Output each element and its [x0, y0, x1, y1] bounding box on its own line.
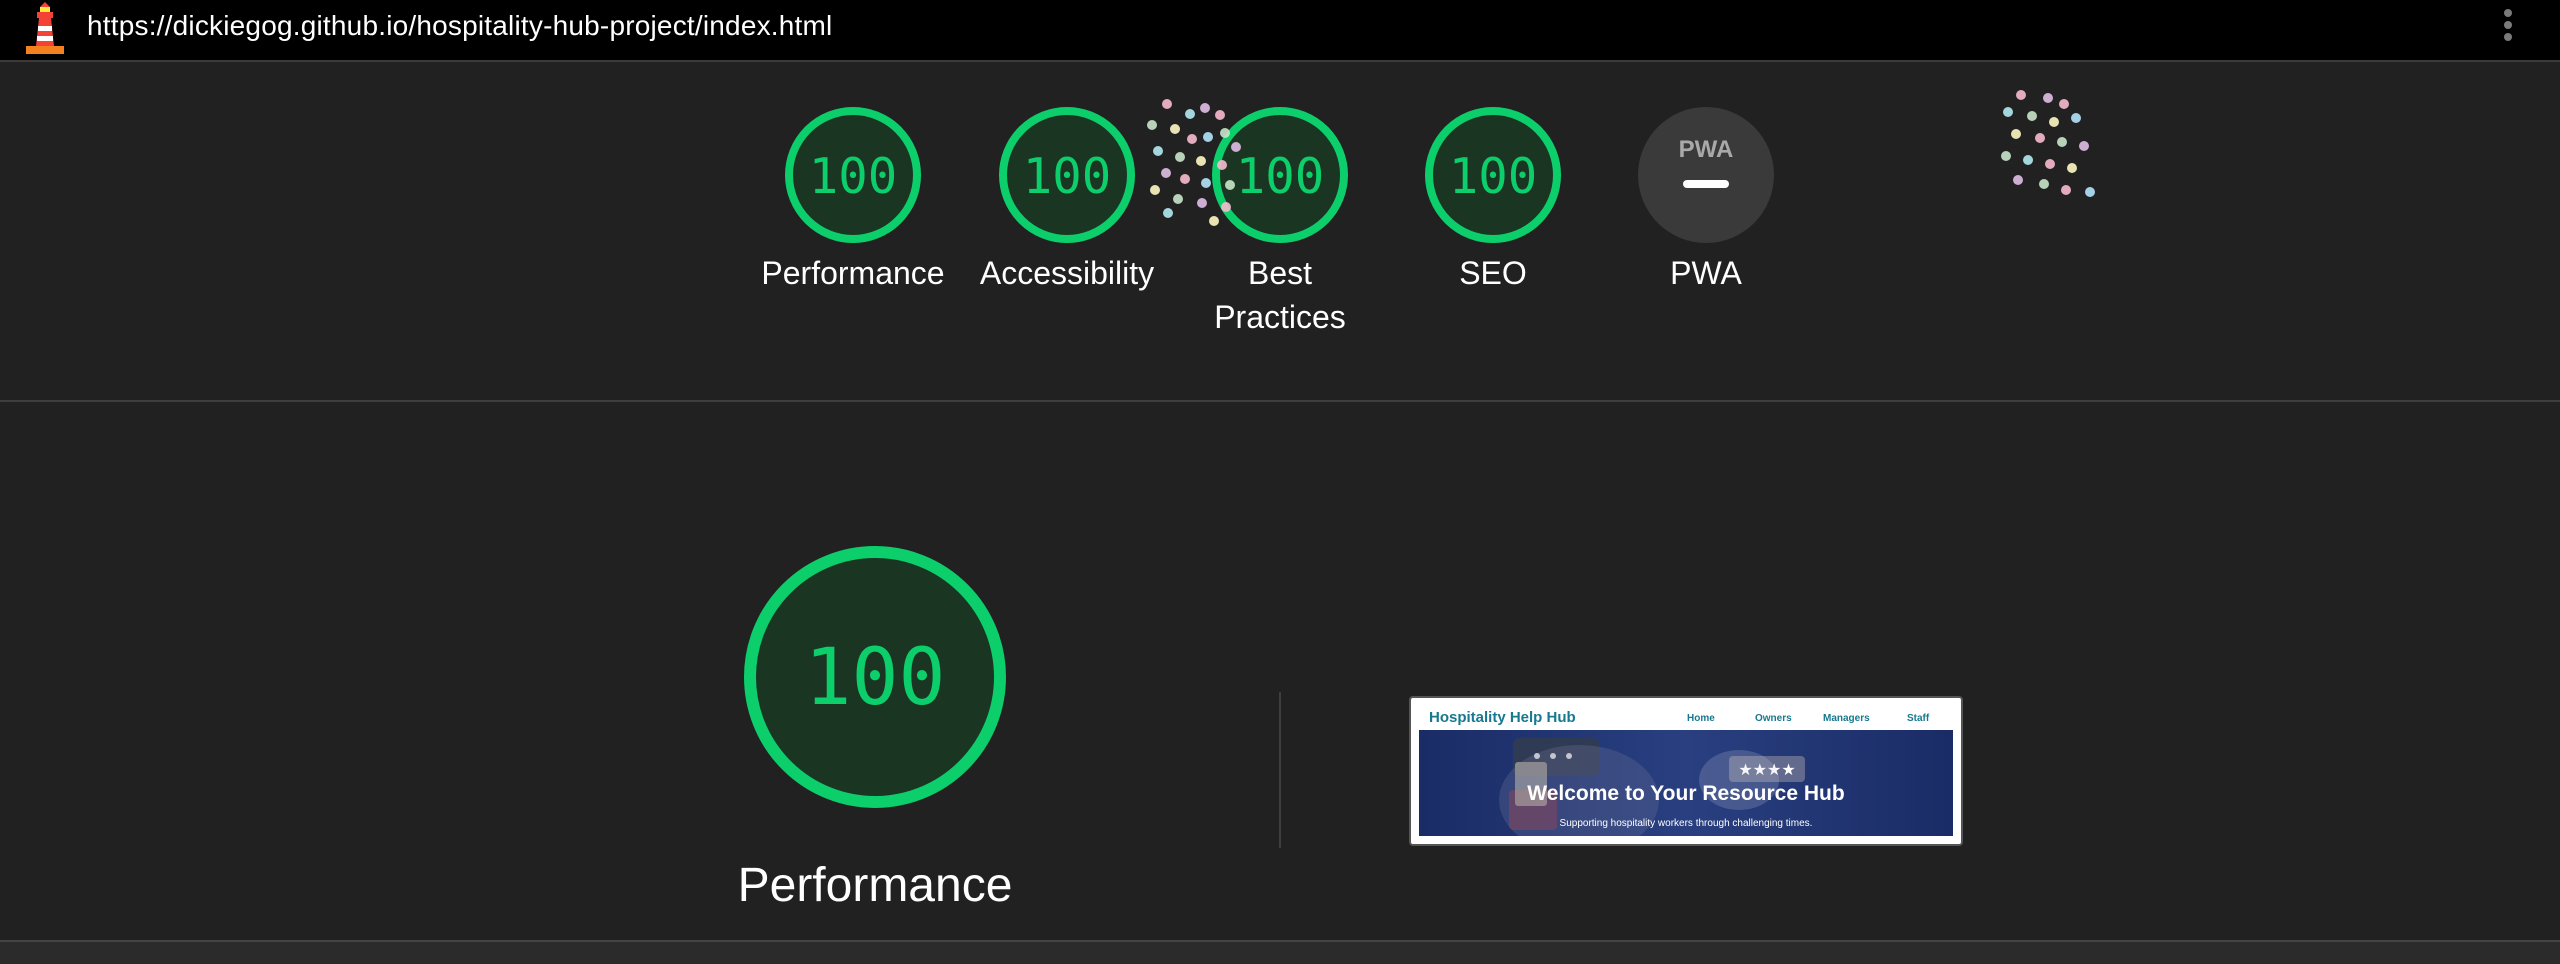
gauge-label: Best Practices — [1214, 255, 1346, 335]
more-vertical-icon[interactable] — [2496, 6, 2520, 46]
preview-hero-subtitle: Supporting hospitality workers through c… — [1559, 818, 1813, 829]
performance-gauge: 100 — [744, 546, 1006, 808]
gauge-score: 100 — [1449, 148, 1538, 205]
report-header: https://dickiegog.github.io/hospitality-… — [0, 0, 2560, 62]
gauge-ring: 100 — [785, 107, 921, 243]
performance-score: 100 — [805, 633, 946, 723]
lighthouse-icon — [26, 2, 64, 54]
page-url[interactable]: https://dickiegog.github.io/hospitality-… — [87, 10, 832, 42]
preview-brand: Hospitality Help Hub — [1429, 709, 1576, 726]
gauge-label: PWA — [1670, 255, 1742, 291]
preview-hero: ★★★★ Welcome to Your Resource Hub Suppor… — [1419, 730, 1953, 836]
gauge-ring: 100 — [1425, 107, 1561, 243]
preview-nav-home: Home — [1687, 713, 1715, 724]
confetti-icon — [2001, 90, 2095, 197]
pwa-badge: PWA — [1638, 107, 1774, 243]
gauge-label: Accessibility — [979, 255, 1155, 291]
bottom-strip — [0, 940, 2560, 964]
preview-nav-managers: Managers — [1823, 713, 1870, 724]
pwa-badge-text: PWA — [1679, 136, 1734, 163]
gauge-score: 100 — [809, 148, 898, 205]
na-dash-icon — [1683, 180, 1729, 188]
final-screenshot[interactable]: Hospitality Help Hub Home Owners Manager… — [1409, 696, 1963, 846]
preview-nav-owners: Owners — [1755, 713, 1792, 724]
confetti-icon — [1147, 99, 1241, 226]
gauge-label: Performance — [761, 255, 945, 291]
gauge-ring: 100 — [999, 107, 1135, 243]
gauge-label: SEO — [1459, 255, 1527, 291]
gauge-score: 100 — [1023, 148, 1112, 205]
vertical-divider — [1279, 692, 1281, 848]
gauge-pwa[interactable]: PWA PWA — [1596, 105, 1816, 295]
performance-title: Performance — [737, 859, 1013, 912]
preview-navbar: Hospitality Help Hub Home Owners Manager… — [1419, 706, 1953, 730]
section-divider — [0, 400, 2560, 402]
preview-hero-title: Welcome to Your Resource Hub — [1527, 782, 1845, 805]
gauge-seo[interactable]: 100 SEO — [1383, 105, 1603, 295]
gauge-performance[interactable]: 100 Performance — [743, 105, 963, 295]
preview-nav-staff: Staff — [1907, 713, 1930, 724]
